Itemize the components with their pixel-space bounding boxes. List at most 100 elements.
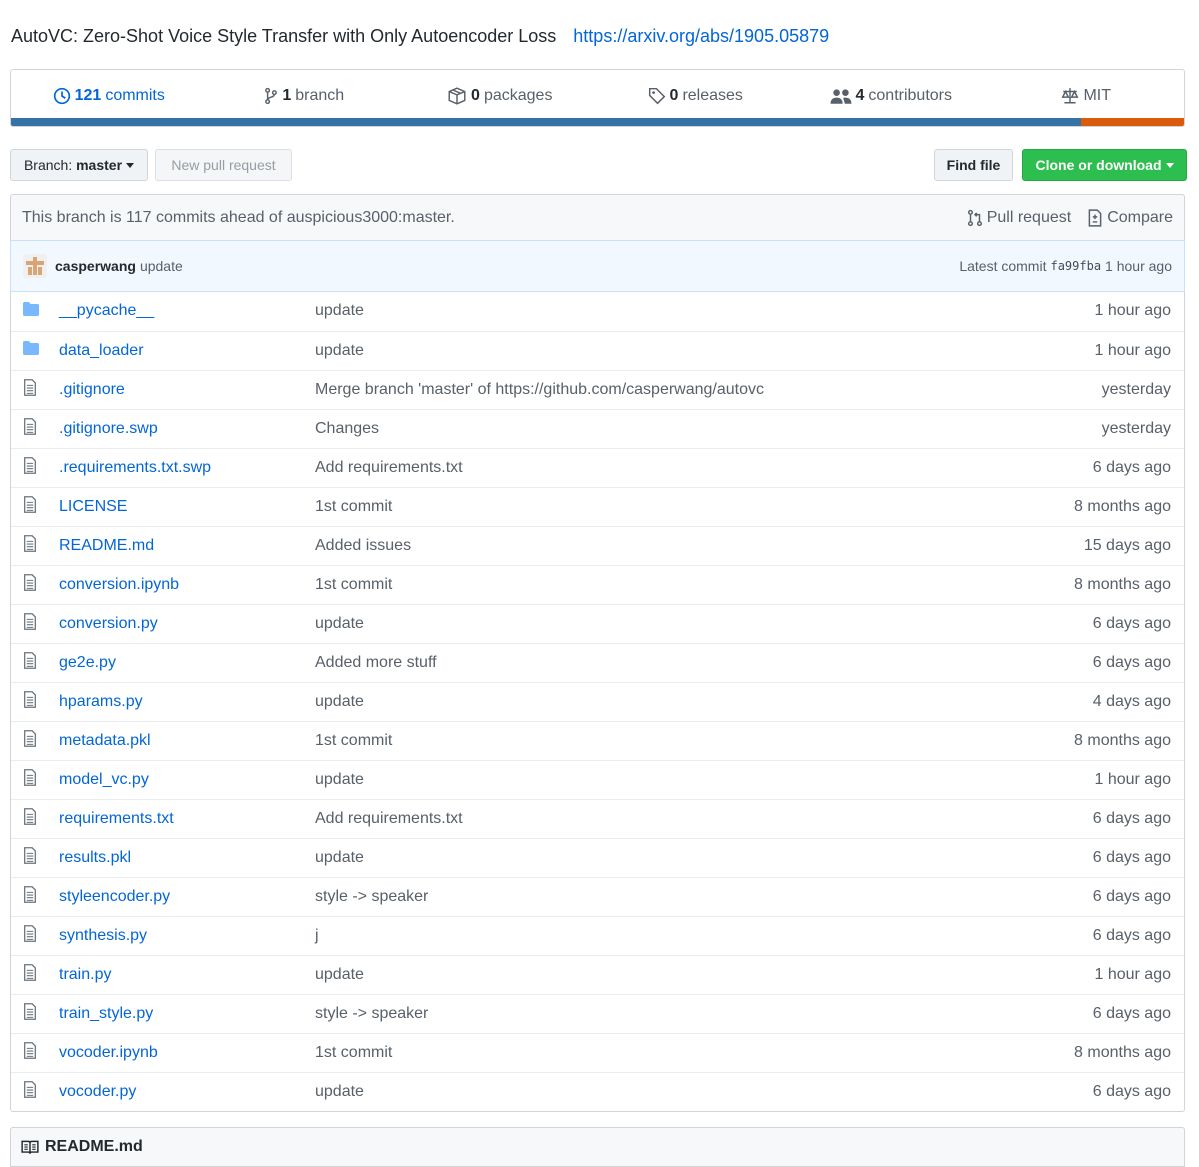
file-name-link[interactable]: LICENSE bbox=[59, 498, 127, 515]
file-name-link[interactable]: .gitignore bbox=[59, 381, 125, 398]
branch-prefix: Branch: bbox=[23, 157, 73, 173]
readme-title[interactable]: README.md bbox=[45, 1138, 143, 1156]
law-icon bbox=[1061, 88, 1079, 104]
file-name-link[interactable]: metadata.pkl bbox=[59, 732, 151, 749]
file-type-cell bbox=[11, 330, 59, 370]
file-name-link[interactable]: hparams.py bbox=[59, 693, 143, 710]
branch-name: master bbox=[76, 157, 123, 173]
file-commit-message[interactable]: update bbox=[315, 292, 1013, 331]
table-row: train_style.py style -> speaker 6 days ago bbox=[11, 993, 1184, 1033]
file-name-link[interactable]: .requirements.txt.swp bbox=[59, 459, 211, 476]
table-row: .gitignore Merge branch 'master' of https… bbox=[11, 369, 1184, 409]
file-commit-message[interactable]: Added issues bbox=[315, 525, 1014, 565]
repo-website-link[interactable]: https://arxiv.org/abs/1905.05879 bbox=[573, 26, 829, 46]
numbers-summary: 121 commits 1 branch 0 packages 0 releas… bbox=[10, 69, 1185, 127]
compare-link[interactable]: Compare bbox=[1087, 209, 1173, 227]
file-commit-message[interactable]: update bbox=[315, 330, 1014, 370]
file-name-link[interactable]: data_loader bbox=[59, 342, 144, 359]
file-commit-message[interactable]: update bbox=[315, 954, 1014, 994]
compare-label: Compare bbox=[1107, 208, 1173, 226]
file-name-link[interactable]: conversion.ipynb bbox=[59, 576, 179, 593]
file-type-cell bbox=[11, 876, 59, 916]
branch-status-bar: This branch is 117 commits ahead of ausp… bbox=[10, 194, 1185, 240]
file-list: __pycache__ update 1 hour ago data_loader up… bbox=[10, 292, 1185, 1112]
license-link[interactable]: MIT bbox=[989, 87, 1185, 105]
table-row: synthesis.py j 6 days ago bbox=[11, 915, 1184, 955]
file-type-cell bbox=[11, 408, 59, 448]
language-bar[interactable] bbox=[11, 118, 1184, 126]
file-name-link[interactable]: styleencoder.py bbox=[59, 888, 170, 905]
branch-select-button[interactable]: Branch: master bbox=[10, 149, 148, 181]
file-type-cell bbox=[11, 954, 59, 994]
file-name-link[interactable]: README.md bbox=[59, 537, 154, 554]
file-age: 15 days ago bbox=[1013, 525, 1184, 565]
repo-description: AutoVC: Zero-Shot Voice Style Transfer w… bbox=[11, 26, 829, 47]
readme-header: README.md bbox=[10, 1127, 1185, 1167]
file-name-cell: metadata.pkl bbox=[59, 720, 315, 760]
commit-sha[interactable]: fa99fba bbox=[1050, 259, 1101, 273]
file-commit-message[interactable]: update bbox=[315, 603, 1014, 643]
file-name-cell: data_loader bbox=[59, 330, 315, 370]
file-table: __pycache__ update 1 hour ago data_loader up… bbox=[11, 292, 1184, 1111]
contributors-label: contributors bbox=[868, 87, 952, 104]
find-file-button[interactable]: Find file bbox=[934, 149, 1013, 181]
contributors-link[interactable]: 4 contributors bbox=[793, 87, 989, 105]
packages-link[interactable]: 0 packages bbox=[402, 87, 598, 105]
file-name-link[interactable]: results.pkl bbox=[59, 849, 131, 866]
file-name-cell: conversion.ipynb bbox=[59, 564, 315, 604]
file-age: 1 hour ago bbox=[1013, 954, 1184, 994]
file-commit-message[interactable]: Add requirements.txt bbox=[315, 798, 1014, 838]
file-commit-message[interactable]: 1st commit bbox=[315, 720, 1014, 760]
table-row: .gitignore.swp Changes yesterday bbox=[11, 408, 1184, 448]
file-icon bbox=[23, 417, 37, 439]
file-commit-message[interactable]: style -> speaker bbox=[315, 993, 1014, 1033]
branches-link[interactable]: 1 branch bbox=[207, 87, 403, 105]
file-commit-message[interactable]: Add requirements.txt bbox=[315, 447, 1014, 487]
pull-request-label: Pull request bbox=[986, 208, 1072, 226]
commit-message[interactable]: update bbox=[140, 258, 183, 274]
file-age: 1 hour ago bbox=[1013, 330, 1184, 370]
table-row: styleencoder.py style -> speaker 6 days ag… bbox=[11, 876, 1184, 916]
git-branch-icon bbox=[265, 87, 278, 105]
file-commit-message[interactable]: style -> speaker bbox=[315, 876, 1014, 916]
table-row: ge2e.py Added more stuff 6 days ago bbox=[11, 642, 1184, 682]
file-name-link[interactable]: ge2e.py bbox=[59, 654, 116, 671]
file-age: yesterday bbox=[1013, 369, 1184, 409]
file-name-link[interactable]: .gitignore.swp bbox=[59, 420, 158, 437]
file-name-link[interactable]: vocoder.ipynb bbox=[59, 1044, 158, 1061]
file-name-link[interactable]: vocoder.py bbox=[59, 1083, 136, 1100]
file-commit-message[interactable]: update bbox=[315, 1071, 1014, 1111]
file-commit-message[interactable]: j bbox=[315, 915, 1014, 955]
file-commit-message[interactable]: 1st commit bbox=[315, 1032, 1014, 1072]
file-commit-message[interactable]: Changes bbox=[315, 408, 1014, 448]
releases-count: 0 bbox=[669, 87, 679, 104]
file-commit-message[interactable]: 1st commit bbox=[315, 564, 1014, 604]
commits-link[interactable]: 121 commits bbox=[11, 87, 207, 105]
file-name-link[interactable]: conversion.py bbox=[59, 615, 158, 632]
file-name-link[interactable]: model_vc.py bbox=[59, 771, 149, 788]
commits-count: 121 bbox=[74, 87, 102, 104]
file-commit-message[interactable]: update bbox=[315, 837, 1014, 877]
file-name-cell: vocoder.ipynb bbox=[59, 1032, 315, 1072]
file-commit-message[interactable]: update bbox=[315, 681, 1014, 721]
file-name-link[interactable]: requirements.txt bbox=[59, 810, 174, 827]
file-commit-message[interactable]: update bbox=[315, 759, 1014, 799]
file-type-cell bbox=[11, 759, 59, 799]
avatar[interactable] bbox=[23, 254, 47, 278]
file-name-link[interactable]: train.py bbox=[59, 966, 111, 983]
releases-link[interactable]: 0 releases bbox=[598, 87, 794, 105]
new-pull-request-button[interactable]: New pull request bbox=[155, 149, 292, 181]
clone-download-button[interactable]: Clone or download bbox=[1022, 149, 1187, 181]
file-commit-message[interactable]: Merge branch 'master' of https://github.… bbox=[315, 369, 1014, 409]
file-name-link[interactable]: train_style.py bbox=[59, 1005, 153, 1022]
file-icon bbox=[23, 768, 37, 790]
file-commit-message[interactable]: 1st commit bbox=[315, 486, 1014, 526]
file-name-link[interactable]: synthesis.py bbox=[59, 927, 147, 944]
file-type-cell bbox=[11, 564, 59, 604]
file-commit-message[interactable]: Added more stuff bbox=[315, 642, 1014, 682]
file-type-cell bbox=[11, 642, 59, 682]
pull-request-link[interactable]: Pull request bbox=[967, 208, 1072, 227]
commit-author[interactable]: casperwang bbox=[55, 258, 136, 274]
file-name-link[interactable]: __pycache__ bbox=[59, 302, 154, 319]
file-icon bbox=[23, 573, 37, 595]
